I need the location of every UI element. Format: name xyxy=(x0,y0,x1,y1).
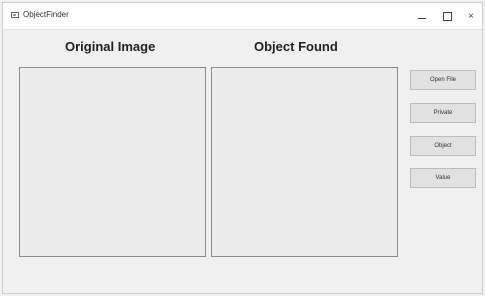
title-bar[interactable]: ObjectFinder × xyxy=(3,3,482,30)
close-button[interactable]: × xyxy=(460,7,482,25)
value-button[interactable]: Value xyxy=(410,168,476,188)
app-window: ObjectFinder × Original Image Object Fou… xyxy=(2,2,483,294)
private-button[interactable]: Private xyxy=(410,103,476,123)
minimize-button[interactable] xyxy=(411,7,433,25)
window-title: ObjectFinder xyxy=(23,10,69,19)
close-icon: × xyxy=(468,10,474,22)
open-file-button[interactable]: Open File xyxy=(410,70,476,90)
minimize-icon xyxy=(418,17,426,19)
original-image-panel xyxy=(19,67,206,257)
object-button[interactable]: Object xyxy=(410,136,476,156)
maximize-button[interactable] xyxy=(436,7,458,25)
object-found-heading: Object Found xyxy=(254,39,338,54)
maximize-icon xyxy=(442,11,452,21)
original-image-heading: Original Image xyxy=(65,39,156,54)
app-icon xyxy=(11,12,19,18)
object-found-panel xyxy=(211,67,398,257)
